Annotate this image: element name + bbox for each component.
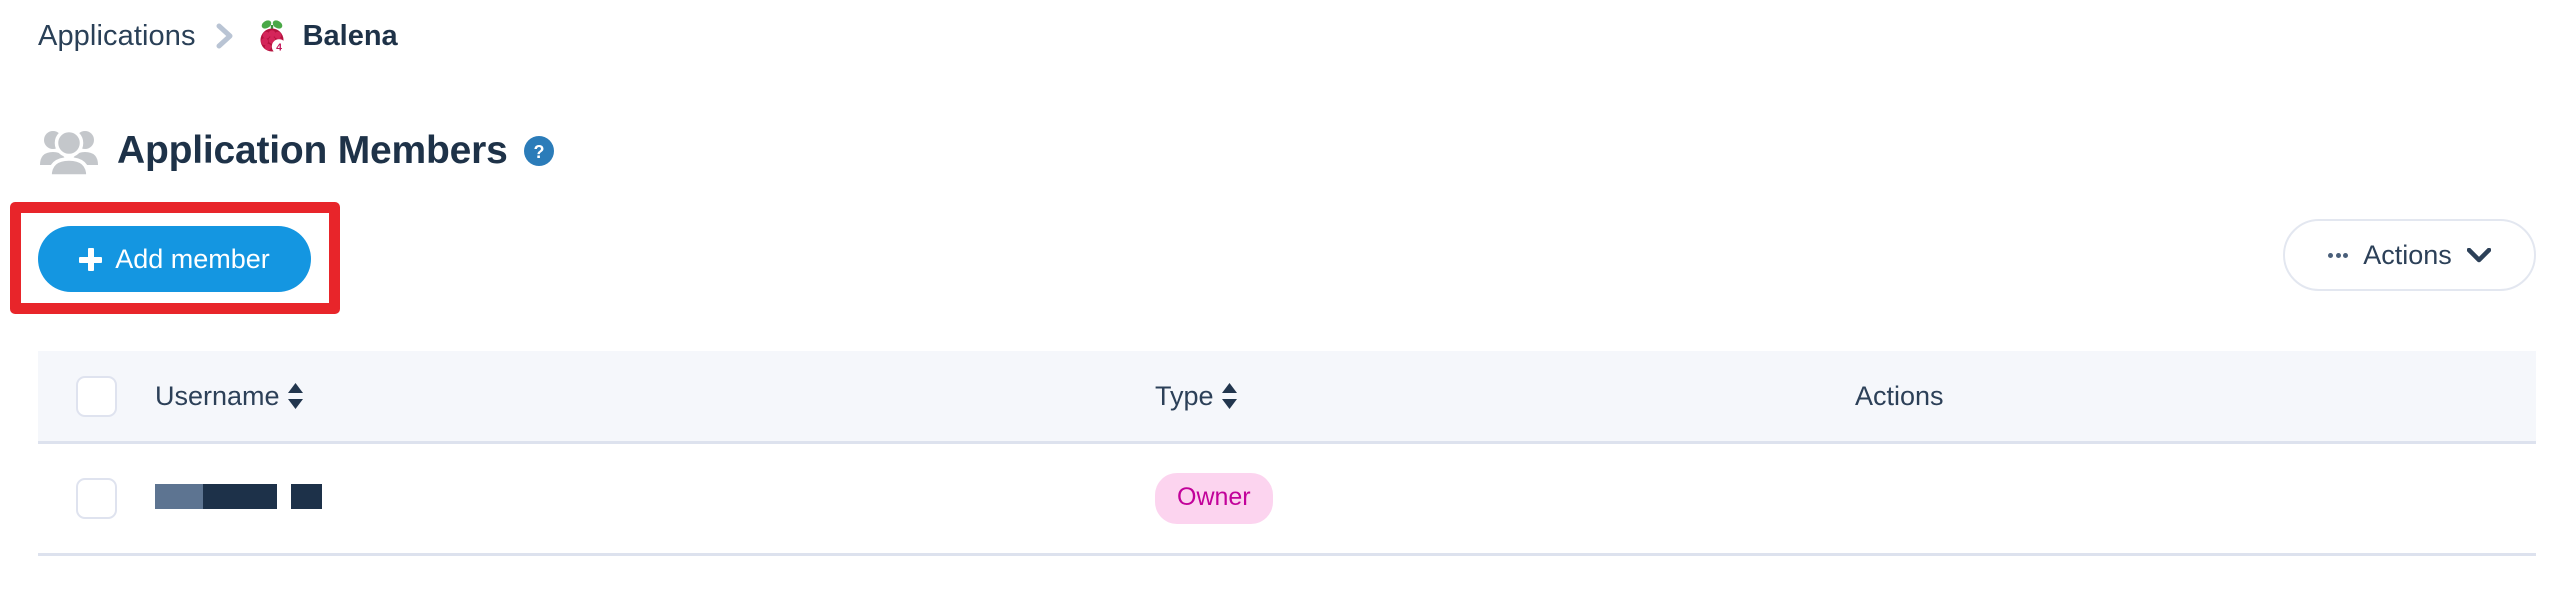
table-header-row: Username Type Actions [38, 351, 2536, 444]
header-cell-actions: Actions [1855, 381, 2536, 412]
column-header-type-label: Type [1155, 380, 1214, 411]
column-header-username-sort[interactable]: Username [155, 381, 304, 412]
chevron-right-icon [215, 23, 236, 49]
help-circle-icon[interactable]: ? [523, 136, 554, 166]
add-member-label: Add member [115, 243, 270, 274]
raspberry-pi-version-number: 4 [276, 41, 282, 53]
header-cell-type: Type [1155, 381, 1855, 412]
row-cell-type: Owner [1155, 473, 1855, 524]
sort-arrows-icon [1221, 382, 1238, 410]
status-badge-owner: Owner [1155, 473, 1273, 524]
breadcrumb-item-balena[interactable]: 4 Balena [253, 17, 398, 55]
column-header-actions-label: Actions [1855, 380, 1944, 411]
row-cell-username [155, 483, 1155, 514]
page-title-row: Application Members ? [38, 120, 554, 182]
ellipsis-icon [2328, 252, 2349, 258]
actions-label: Actions [2363, 239, 2452, 270]
plus-icon [79, 247, 103, 271]
select-all-checkbox[interactable] [76, 375, 117, 417]
header-cell-username: Username [155, 381, 1155, 412]
table-row[interactable]: Owner [38, 444, 2536, 556]
redacted-username [155, 483, 322, 509]
raspberry-pi-4-icon: 4 [253, 17, 291, 55]
users-group-icon [38, 120, 100, 182]
svg-text:?: ? [533, 142, 544, 162]
sort-arrows-icon [287, 382, 304, 410]
add-member-button[interactable]: Add member [38, 226, 311, 292]
breadcrumb: Applications 4 Balena [38, 17, 398, 55]
column-header-type-sort[interactable]: Type [1155, 381, 1238, 412]
header-cell-select-all [38, 375, 155, 417]
row-select-checkbox[interactable] [76, 478, 117, 519]
actions-dropdown-button[interactable]: Actions [2283, 219, 2536, 291]
members-table: Username Type Actions Owner [38, 351, 2536, 556]
breadcrumb-item-applications[interactable]: Applications [38, 20, 196, 53]
chevron-down-icon [2466, 247, 2492, 263]
breadcrumb-current-label: Balena [302, 19, 398, 52]
column-header-username-label: Username [155, 380, 280, 411]
page-title: Application Members [117, 129, 508, 172]
row-cell-select [38, 478, 155, 519]
